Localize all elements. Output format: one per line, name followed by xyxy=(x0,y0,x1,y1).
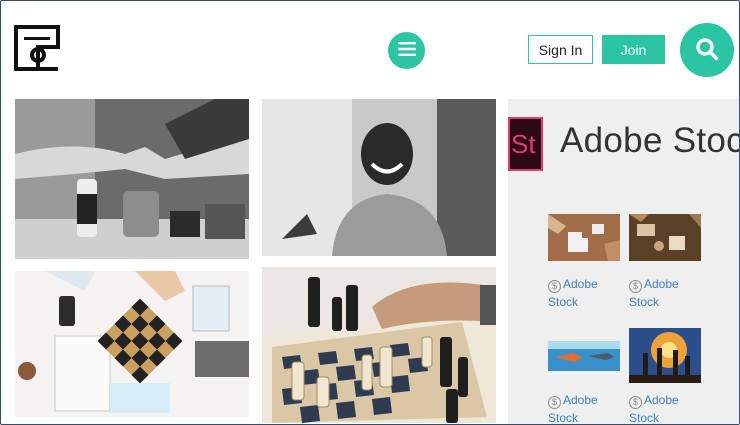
dollar-icon: $ xyxy=(629,396,642,409)
dollar-icon: $ xyxy=(629,280,642,293)
stock-thumbnail-silhouettes-sunset[interactable] xyxy=(629,328,701,383)
join-button[interactable]: Join xyxy=(602,35,665,64)
menu-button[interactable] xyxy=(388,32,425,69)
adobe-stock-credit-link[interactable]: $ Adobe Stock xyxy=(629,391,679,424)
page-frame: Sign In Join St Adobe Sto $ Adobe Stock … xyxy=(0,0,740,425)
desk-checkers-overhead-photo[interactable] xyxy=(15,271,249,417)
adobe-stock-credit-link[interactable]: $ Adobe Stock xyxy=(548,275,598,311)
search-icon xyxy=(695,37,719,64)
adobe-stock-title: Adobe Stock xyxy=(560,121,739,160)
teamwork-fist-bump-photo[interactable] xyxy=(15,99,249,259)
chess-game-photo[interactable] xyxy=(262,267,496,423)
sign-in-button[interactable]: Sign In xyxy=(528,35,593,64)
adobe-stock-ad-panel[interactable]: St Adobe Stock xyxy=(508,99,739,424)
smiling-man-photo[interactable] xyxy=(262,99,496,256)
dollar-icon: $ xyxy=(548,280,561,293)
adobe-stock-credit-link[interactable]: $ Adobe Stock xyxy=(548,391,598,424)
stock-thumbnail-team-table[interactable] xyxy=(629,214,701,261)
stock-thumbnail-puzzle[interactable] xyxy=(548,214,620,261)
dollar-icon: $ xyxy=(548,396,561,409)
stock-thumbnail-sharks[interactable] xyxy=(548,341,620,371)
site-logo-icon[interactable] xyxy=(14,25,60,71)
adobe-stock-credit-link[interactable]: $ Adobe Stock xyxy=(629,275,679,311)
adobe-stock-logo: St xyxy=(508,117,543,171)
search-button[interactable] xyxy=(680,23,734,77)
hamburger-icon xyxy=(397,42,416,59)
